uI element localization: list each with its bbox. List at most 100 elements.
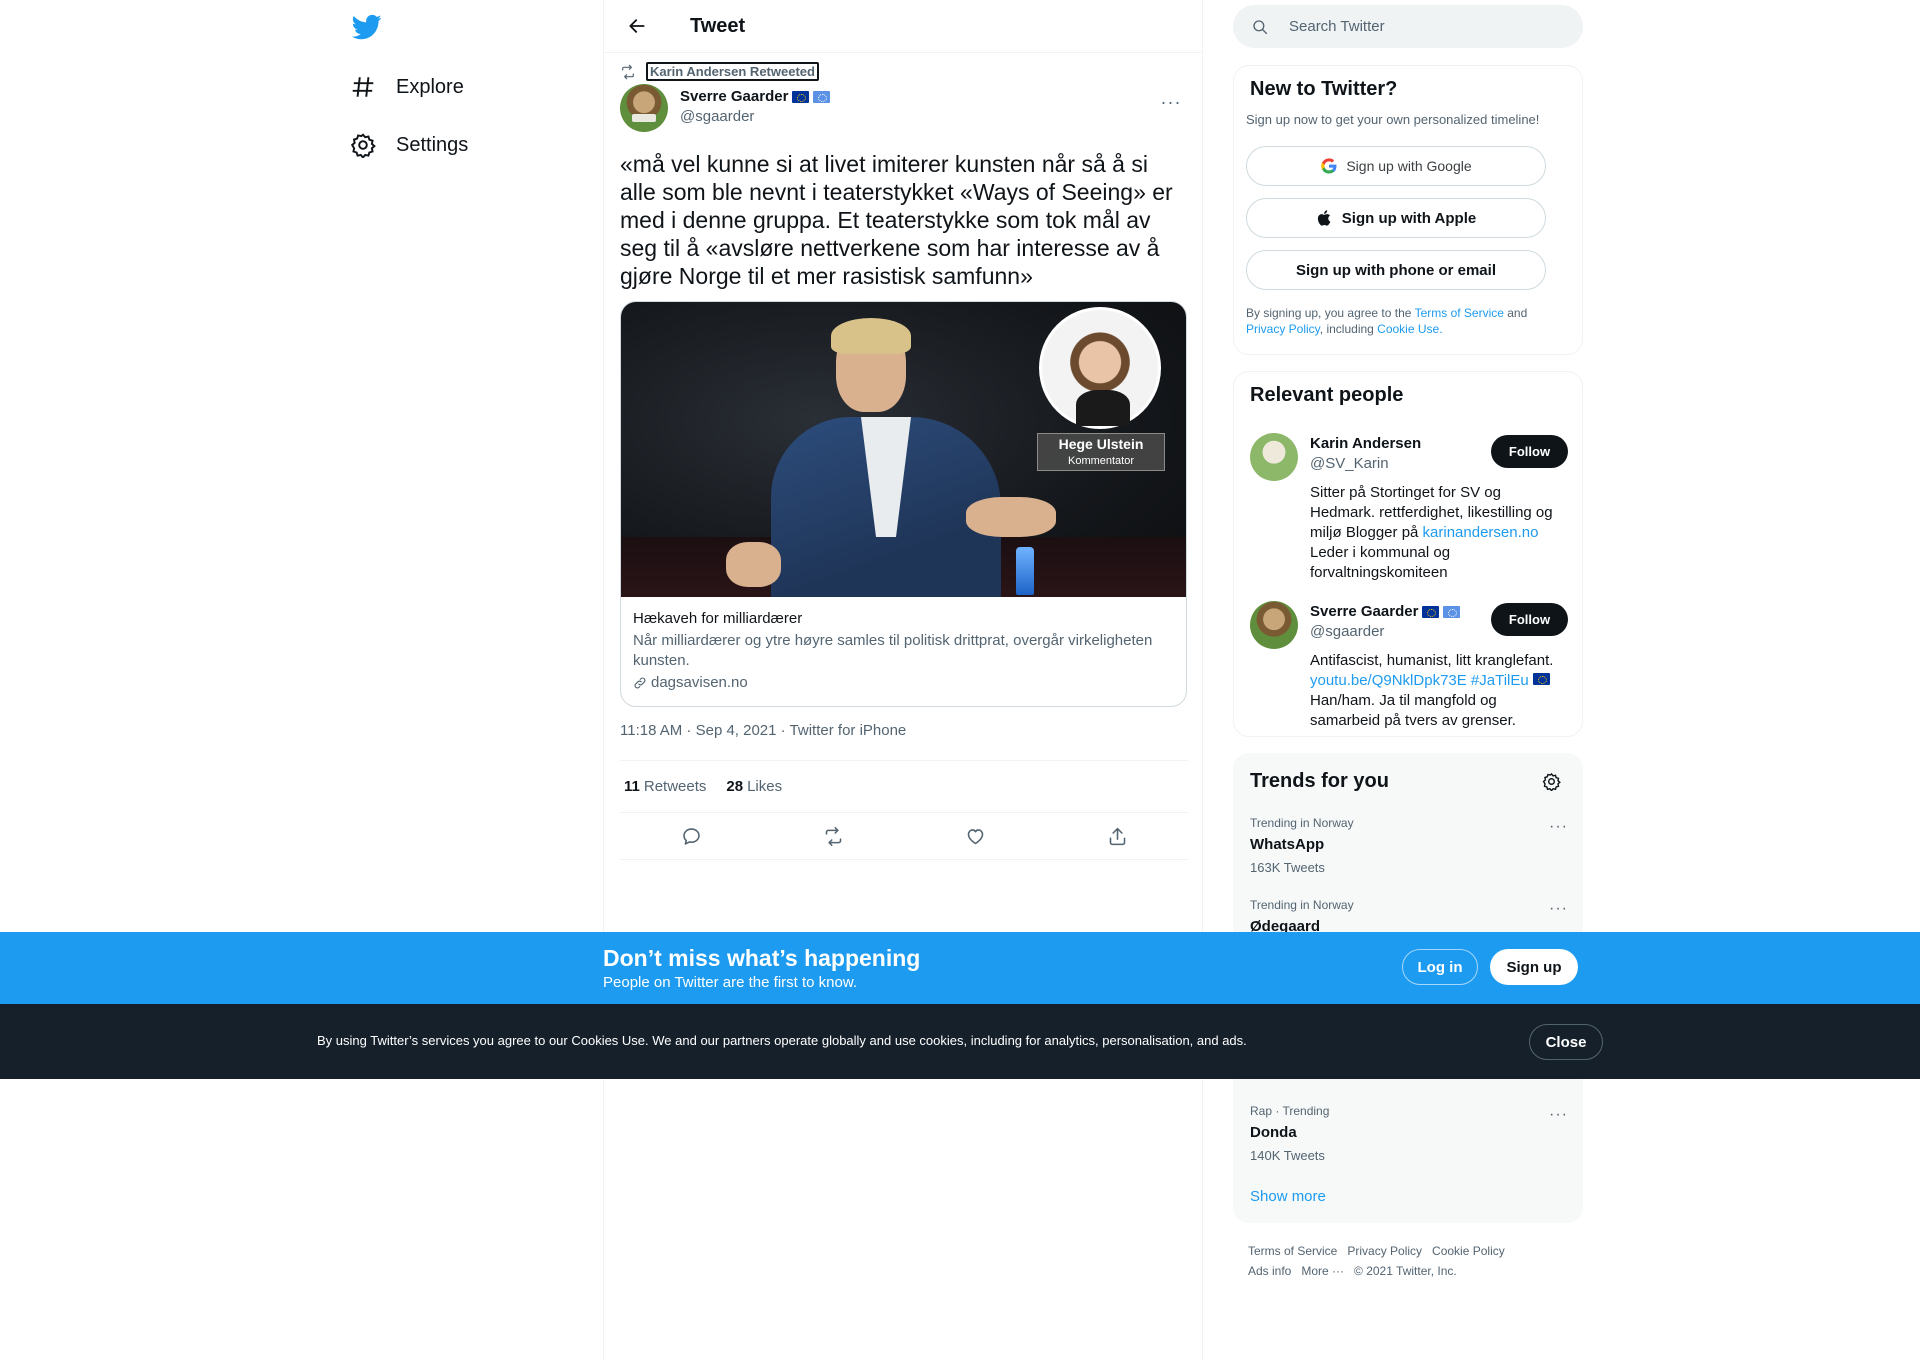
person-handle: @sgaarder: [1310, 623, 1385, 640]
retweeted-by-link[interactable]: Karin Andersen Retweeted: [646, 62, 819, 81]
author-name[interactable]: Sverre Gaarder: [680, 88, 831, 105]
person-avatar[interactable]: [1250, 601, 1298, 649]
new-to-twitter-subtitle: Sign up now to get your own personalized…: [1246, 112, 1540, 127]
signup-legal: By signing up, you agree to the Terms of…: [1246, 305, 1566, 337]
trend-context: Rap · Trending: [1250, 1104, 1330, 1118]
google-icon: [1321, 158, 1337, 174]
signup-google-button[interactable]: Sign up with Google: [1246, 146, 1546, 186]
follow-button[interactable]: Follow: [1491, 435, 1568, 468]
nav-settings[interactable]: Settings: [350, 125, 468, 165]
trend-context: Trending in Norway: [1250, 898, 1354, 912]
trend-more-button[interactable]: ···: [1549, 818, 1568, 836]
hashtag-icon: [352, 77, 374, 97]
author-avatar[interactable]: [620, 84, 668, 132]
footer-terms-link[interactable]: Terms of Service: [1248, 1241, 1337, 1261]
back-button[interactable]: [620, 9, 654, 43]
signup-phone-button[interactable]: Sign up with phone or email: [1246, 250, 1546, 290]
heart-icon: [967, 829, 983, 845]
author-name-text: Sverre Gaarder: [680, 88, 789, 105]
likes-stat[interactable]: 28 Likes: [726, 778, 782, 795]
bio-text-end: Han/ham. Ja til mangfold og samarbeid på…: [1310, 692, 1516, 729]
tweet-timestamp[interactable]: 11:18 AM · Sep 4, 2021 · Twitter for iPh…: [620, 722, 906, 739]
bio-link[interactable]: youtu.be/Q9NklDpk73E: [1310, 672, 1467, 689]
person-name[interactable]: Karin Andersen: [1310, 435, 1421, 452]
footer-links: Terms of Service Privacy Policy Cookie Pol…: [1248, 1241, 1578, 1281]
card-meta: Hækaveh for milliardærer Når milliardære…: [621, 597, 1186, 703]
cookie-banner: By using Twitter’s services you agree to…: [0, 1004, 1920, 1079]
bio-hashtag[interactable]: #JaTilEu: [1467, 672, 1529, 689]
tweet-stats: 11 Retweets 28 Likes: [620, 760, 1188, 813]
signup-button[interactable]: Sign up: [1490, 949, 1578, 985]
legal-text-including: , including: [1319, 322, 1378, 336]
trend-more-button[interactable]: ···: [1549, 900, 1568, 918]
signup-google-label: Sign up with Google: [1346, 158, 1472, 174]
footer-more-link[interactable]: More ···: [1301, 1261, 1344, 1281]
like-button[interactable]: [957, 819, 993, 855]
show-more-link[interactable]: Show more: [1250, 1188, 1326, 1205]
privacy-link[interactable]: Privacy Policy: [1246, 322, 1320, 336]
retweet-icon: [825, 826, 841, 847]
person-avatar[interactable]: [1250, 433, 1298, 481]
share-button[interactable]: [1099, 819, 1135, 855]
card-domain-text: dagsavisen.no: [651, 674, 748, 691]
retweet-button[interactable]: [815, 819, 851, 855]
nav-explore[interactable]: Explore: [350, 67, 464, 107]
search-input[interactable]: [1289, 18, 1549, 35]
footer-cookie-link[interactable]: Cookie Policy: [1432, 1241, 1505, 1261]
relevant-people-panel: Relevant people Karin Andersen @SV_Karin…: [1233, 371, 1583, 737]
footer-copyright: © 2021 Twitter, Inc.: [1354, 1264, 1457, 1278]
trend-count: 140K Tweets: [1250, 1148, 1325, 1163]
card-domain: dagsavisen.no: [633, 674, 1174, 691]
person-name[interactable]: Sverre Gaarder: [1310, 603, 1461, 620]
footer-ads-link[interactable]: Ads info: [1248, 1261, 1291, 1281]
trend-item[interactable]: Trending in Norway WhatsApp 163K Tweets …: [1250, 816, 1568, 876]
person-bio: Sitter på Stortinget for SV og Hedmark. …: [1310, 483, 1568, 583]
follow-button[interactable]: Follow: [1491, 603, 1568, 636]
un-flag-icon: [1443, 605, 1461, 618]
retweeted-by: Karin Andersen Retweeted: [620, 62, 819, 81]
login-button[interactable]: Log in: [1402, 949, 1478, 985]
trend-name: WhatsApp: [1250, 836, 1325, 853]
trend-item[interactable]: Rap · Trending Donda 140K Tweets ···: [1250, 1104, 1568, 1164]
name-plate-name: Hege Ulstein: [1058, 436, 1144, 452]
reply-button[interactable]: [673, 819, 709, 855]
water-bottle: [1016, 547, 1034, 595]
nav-explore-label: Explore: [396, 75, 464, 98]
page-header: Tweet: [604, 0, 1202, 53]
legal-text-and: and: [1503, 306, 1528, 320]
more-options-button[interactable]: ···: [1154, 90, 1188, 114]
signup-apple-button[interactable]: Sign up with Apple: [1246, 198, 1546, 238]
card-description: Når milliardærer og ytre høyre samles ti…: [633, 632, 1153, 669]
terms-link[interactable]: Terms of Service: [1415, 306, 1504, 320]
eu-flag-icon: [1532, 673, 1550, 685]
share-icon: [1109, 827, 1125, 846]
bio-link[interactable]: karinandersen.no: [1423, 524, 1539, 541]
retweet-icon: [622, 64, 634, 79]
cookie-close-button[interactable]: Close: [1529, 1024, 1603, 1060]
eu-flag-icon: [1422, 605, 1440, 618]
card-image: Hege Ulstein Kommentator: [621, 302, 1186, 597]
signup-apple-label: Sign up with Apple: [1341, 209, 1477, 227]
search-box[interactable]: [1233, 5, 1583, 48]
retweets-stat[interactable]: 11 Retweets: [624, 778, 706, 795]
tweet-text: «må vel kunne si at livet imiterer kunst…: [620, 151, 1173, 289]
apple-icon: [1317, 210, 1331, 226]
author-handle: @sgaarder: [680, 108, 755, 125]
eu-flag-icon: [792, 90, 810, 103]
person-name-text: Karin Andersen: [1310, 435, 1422, 452]
footer-privacy-link[interactable]: Privacy Policy: [1347, 1241, 1422, 1261]
new-to-twitter-title: New to Twitter?: [1250, 78, 1398, 100]
twitter-logo-icon[interactable]: [350, 12, 384, 42]
link-card[interactable]: Hege Ulstein Kommentator Hækaveh for mil…: [620, 301, 1187, 707]
trends-settings-button[interactable]: [1536, 766, 1566, 796]
person-bio: Antifascist, humanist, litt kranglefant.…: [1310, 651, 1568, 731]
cookie-use-link[interactable]: Cookie Use.: [1377, 322, 1442, 336]
trend-name: Donda: [1250, 1124, 1297, 1141]
trends-title: Trends for you: [1250, 769, 1389, 792]
page-title: Tweet: [690, 14, 746, 37]
search-icon: [1253, 19, 1268, 34]
tweet-author: Sverre Gaarder @sgaarder ···: [620, 84, 1188, 134]
signup-banner-subtitle: People on Twitter are the first to know.: [603, 974, 858, 991]
trend-more-button[interactable]: ···: [1549, 1106, 1568, 1124]
likes-label: Likes: [747, 778, 783, 795]
